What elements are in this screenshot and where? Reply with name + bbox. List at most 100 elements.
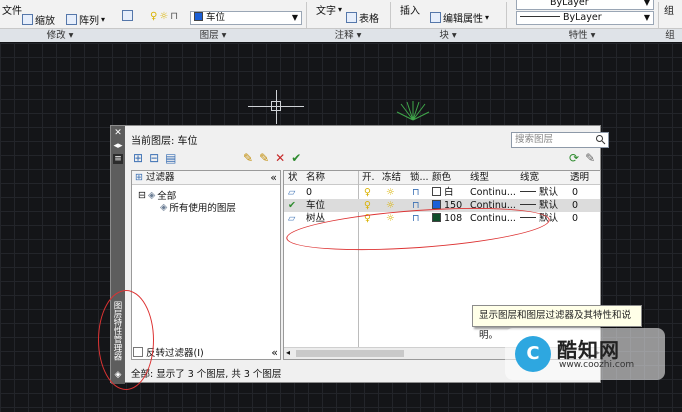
linetype-combo[interactable]: ByLayer ▼ — [516, 11, 654, 25]
file-label: 文件 — [2, 6, 22, 17]
filter-header-label: 过滤器 — [146, 172, 175, 183]
zoom-label: 缩放 — [35, 16, 55, 27]
sun-icon[interactable]: ☼ — [386, 186, 395, 199]
col-freeze[interactable]: 冻结 — [382, 171, 401, 185]
bulb-icon[interactable]: ♀ — [364, 199, 371, 212]
filter-header: ⊞ 过滤器 « — [132, 171, 280, 185]
match-layer-button[interactable] — [122, 10, 133, 21]
layer-linetype[interactable]: Continu... — [470, 186, 516, 199]
close-icon[interactable]: ✕ — [113, 128, 123, 138]
color-swatch — [432, 200, 441, 209]
group-label: 组 — [664, 6, 674, 17]
watermark-name: 酷知网 — [557, 338, 620, 362]
panel-annotation[interactable]: 注释 ▾ — [306, 28, 390, 42]
layer-color-swatch — [194, 12, 203, 21]
new-group-filter-icon[interactable]: ⊟ — [149, 152, 159, 164]
col-color[interactable]: 颜色 — [432, 171, 451, 185]
col-name[interactable]: 名称 — [306, 171, 325, 185]
table-row[interactable]: ▱ 0 ♀ ☼ ⊓ 白 Continu... 默认 0 — [284, 186, 600, 199]
layer-toolbar: ✎ ✎ ✕ ✔ — [243, 152, 301, 164]
layer-name[interactable]: 车位 — [306, 199, 325, 212]
lock-icon: ⊓ — [170, 11, 179, 22]
lineweight-value: 默认 — [539, 200, 559, 211]
watermark-logo-icon: C — [515, 336, 551, 372]
new-layer-icon[interactable]: ✎ — [243, 152, 253, 164]
layer-lineweight[interactable]: 默认 — [520, 186, 558, 199]
col-status[interactable]: 状 — [288, 171, 298, 185]
delete-layer-icon[interactable]: ✕ — [275, 152, 285, 164]
autohide-icon[interactable]: ◂▸ — [113, 141, 123, 151]
layer-transparency[interactable]: 0 — [572, 186, 578, 199]
insert-button[interactable]: 插入 — [400, 2, 420, 17]
refresh-icon[interactable]: ⟳ — [569, 152, 579, 164]
status-text: 全部: 显示了 3 个图层, 共 3 个图层 — [131, 369, 282, 380]
tooltip: 显示图层和图层过滤器及其特性和说明。 — [472, 305, 642, 341]
filter-toolbar: ⊞ ⊟ ▤ — [133, 152, 176, 164]
settings-icon[interactable]: ✎ — [585, 152, 595, 164]
panel-block[interactable]: 块 ▾ — [390, 28, 506, 42]
set-current-icon[interactable]: ✔ — [291, 152, 301, 164]
color-swatch — [432, 187, 441, 196]
scroll-left-icon[interactable]: ◂ — [286, 348, 290, 357]
zoom-button[interactable]: 缩放 — [22, 12, 55, 27]
new-layer-vp-frozen-icon[interactable]: ✎ — [259, 152, 269, 164]
col-linetype[interactable]: 线型 — [470, 171, 489, 185]
bulb-icon[interactable]: ♀ — [364, 186, 371, 199]
linetype-combo-value: ByLayer — [563, 12, 602, 23]
color-name: 白 — [444, 187, 454, 198]
array-button[interactable]: 阵列 ▾ — [66, 12, 105, 27]
search-layer-input[interactable]: 搜索图层 — [511, 132, 609, 148]
layer-transparency[interactable]: 0 — [572, 212, 578, 225]
layer-combo-value: 车位 — [206, 12, 226, 23]
layer-status-icon: ▱ — [288, 187, 296, 198]
filter-icon: ⊞ — [135, 172, 143, 183]
layer-color[interactable]: 白 — [432, 186, 454, 199]
table-label: 表格 — [359, 14, 379, 25]
refresh-settings-toolbar: ⟳ ✎ — [569, 152, 595, 164]
array-label: 阵列 — [79, 16, 99, 27]
scroll-thumb[interactable] — [296, 350, 404, 357]
group-button[interactable]: 组 — [664, 2, 674, 17]
col-lineweight[interactable]: 线宽 — [520, 171, 539, 185]
tree-symbol — [396, 101, 430, 121]
layer-name[interactable]: 0 — [306, 186, 312, 199]
unlock-icon[interactable]: ⊓ — [412, 186, 419, 199]
col-on[interactable]: 开. — [362, 171, 375, 185]
watermark: C 酷知网 www.coozhi.com — [505, 328, 665, 380]
layer-states-manager-icon[interactable]: ▤ — [165, 152, 176, 164]
search-icon — [596, 135, 606, 145]
scale-icon — [22, 14, 33, 25]
panel-modify[interactable]: 修改 ▾ — [0, 28, 120, 42]
file-button[interactable]: 文件 — [2, 2, 22, 17]
collapse-icon[interactable]: « — [270, 171, 277, 184]
layer-stack-icon: ◈ — [147, 189, 156, 201]
pickbox — [271, 101, 281, 111]
col-transparency[interactable]: 透明 — [570, 171, 589, 185]
layer-transparency[interactable]: 0 — [572, 199, 578, 212]
edit-attribute-button[interactable]: 编辑属性 ▾ — [430, 10, 489, 25]
sun-icon[interactable]: ☼ — [386, 199, 395, 212]
bulb-icon: ♀ — [150, 11, 158, 22]
table-button[interactable]: 表格 — [346, 10, 379, 25]
layer-match-icon — [122, 10, 133, 21]
panel-layers[interactable]: 图层 ▾ — [120, 28, 306, 42]
tree-item-all-used-label: 所有使用的图层 — [169, 203, 236, 214]
current-layer-label: 当前图层: 车位 — [131, 136, 198, 147]
text-button[interactable]: 文字 ▾ — [316, 2, 342, 17]
tree-item-all-used[interactable]: ◈ 所有使用的图层 — [160, 200, 236, 215]
panel-group[interactable]: 组 — [658, 28, 682, 42]
col-lock[interactable]: 锁... — [410, 171, 429, 185]
properties-menu-icon[interactable]: ≡ — [113, 154, 123, 164]
color-combo[interactable]: ByLayer ▼ — [516, 0, 654, 10]
collapse-icon[interactable]: « — [271, 346, 278, 359]
text-label: 文字 — [316, 6, 336, 17]
ribbon: 文件 缩放 阵列 ▾ ♀ ☼ ⊓ 车位 ▼ 文字 ▾ 表格 插入 编辑属性 ▾ ByLa… — [0, 0, 682, 42]
array-icon — [66, 14, 77, 25]
new-property-filter-icon[interactable]: ⊞ — [133, 152, 143, 164]
tree-expand-icon[interactable]: ⊟ — [138, 190, 146, 201]
layer-combo[interactable]: 车位 ▼ — [190, 11, 302, 25]
watermark-url: www.coozhi.com — [559, 360, 635, 370]
filter-layers-icon: ◈ — [160, 201, 168, 213]
panel-properties[interactable]: 特性 ▾ — [506, 28, 658, 42]
lineweight-value: 默认 — [539, 187, 559, 198]
